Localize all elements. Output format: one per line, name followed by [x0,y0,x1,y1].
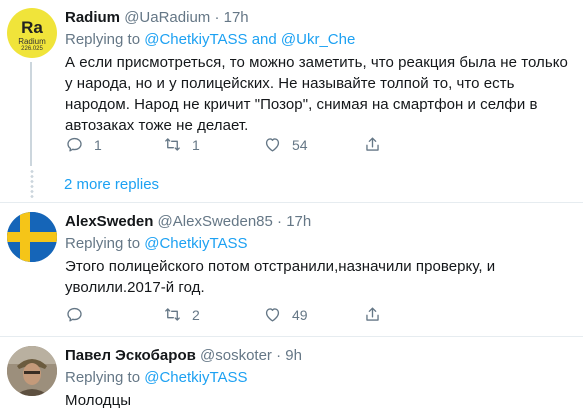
tweet-text: Молодцы [65,392,132,409]
like-icon [265,308,280,322]
replying-to: Replying to @ChetkiyTASS and @Ukr_Che [65,30,575,50]
mention-link[interactable]: @ChetkiyTASS [144,369,247,386]
more-replies-row[interactable]: 2 more replies [0,166,583,202]
mention-link[interactable]: @ChetkiyTASS [144,31,247,48]
person-photo-avatar [7,346,57,396]
reply-count: 1 [94,136,102,153]
thread-line [30,62,32,166]
share-icon [366,307,379,321]
like-button[interactable]: 49 [263,305,308,324]
tweet-pavel[interactable]: Павел Эскобаров @soskoter · 9h Replying … [0,337,583,410]
more-replies-link[interactable]: 2 more replies [64,176,159,193]
avatar-radium[interactable]: 88 Ra Radium 226.025 [7,8,57,58]
replying-prefix: Replying to [65,31,141,48]
display-name[interactable]: Павел Эскобаров [65,347,196,364]
avatar-number: 226.025 [21,46,43,52]
retweet-button[interactable]: 2 [163,305,200,324]
avatar-pavel[interactable] [7,346,57,396]
action-bar: 1 1 54 [65,135,575,155]
sweden-flag-avatar [7,212,57,262]
avatar-alexsweden[interactable] [7,212,57,262]
timestamp[interactable]: 17h [286,213,311,230]
display-name[interactable]: AlexSweden [65,213,153,230]
thread-dots [30,169,34,199]
tweet-text: А если присмотреться, то можно заметить,… [65,54,568,134]
action-bar: 2 49 [65,305,575,325]
retweet-icon [165,308,180,321]
share-button[interactable] [363,135,382,154]
retweet-icon [165,138,180,151]
avatar-corner-text: 88 [10,10,17,16]
replying-to: Replying to @ChetkiyTASS [65,234,575,254]
timestamp[interactable]: 17h [224,9,249,26]
avatar-letters: Ra [21,18,43,37]
tweet-radium[interactable]: 88 Ra Radium 226.025 Radium @UaRadium · … [0,0,583,166]
share-icon [366,137,379,151]
dot-separator: · [214,9,220,26]
like-button[interactable]: 54 [263,135,308,154]
mention-link[interactable]: @ChetkiyTASS [144,235,247,252]
tweet-content: Павел Эскобаров @soskoter · 9h Replying … [65,346,575,411]
tweet-header: Павел Эскобаров @soskoter · 9h [65,346,575,366]
reply-icon [67,137,82,152]
replying-to: Replying to @ChetkiyTASS [65,368,575,388]
tweet-content: Radium @UaRadium · 17h Replying to @Chet… [65,8,575,136]
handle[interactable]: @soskoter [200,347,272,364]
display-name[interactable]: Radium [65,9,120,26]
replying-prefix: Replying to [65,235,141,252]
reply-button[interactable] [65,305,94,324]
avatar-label: Radium [18,37,46,46]
handle[interactable]: @UaRadium [124,9,210,26]
reply-button[interactable]: 1 [65,135,102,154]
mention-link[interactable]: @Ukr_Che [281,31,355,48]
like-count: 54 [292,136,308,153]
like-count: 49 [292,306,308,323]
dot-separator: · [276,347,282,364]
timestamp[interactable]: 9h [285,347,302,364]
tweet-header: Radium @UaRadium · 17h [65,8,575,28]
reply-icon [67,307,82,322]
tweet-content: AlexSweden @AlexSweden85 · 17h Replying … [65,212,575,298]
handle[interactable]: @AlexSweden85 [158,213,273,230]
tweet-header: AlexSweden @AlexSweden85 · 17h [65,212,575,232]
retweet-count: 2 [192,306,200,323]
mention-joiner: and [251,31,277,48]
like-icon [265,138,280,152]
tweet-text: Этого полицейского потом отстранили,назн… [65,258,496,296]
replying-prefix: Replying to [65,369,141,386]
tweet-alexsweden[interactable]: AlexSweden @AlexSweden85 · 17h Replying … [0,203,583,336]
share-button[interactable] [363,305,382,324]
retweet-count: 1 [192,136,200,153]
dot-separator: · [277,213,283,230]
retweet-button[interactable]: 1 [163,135,200,154]
